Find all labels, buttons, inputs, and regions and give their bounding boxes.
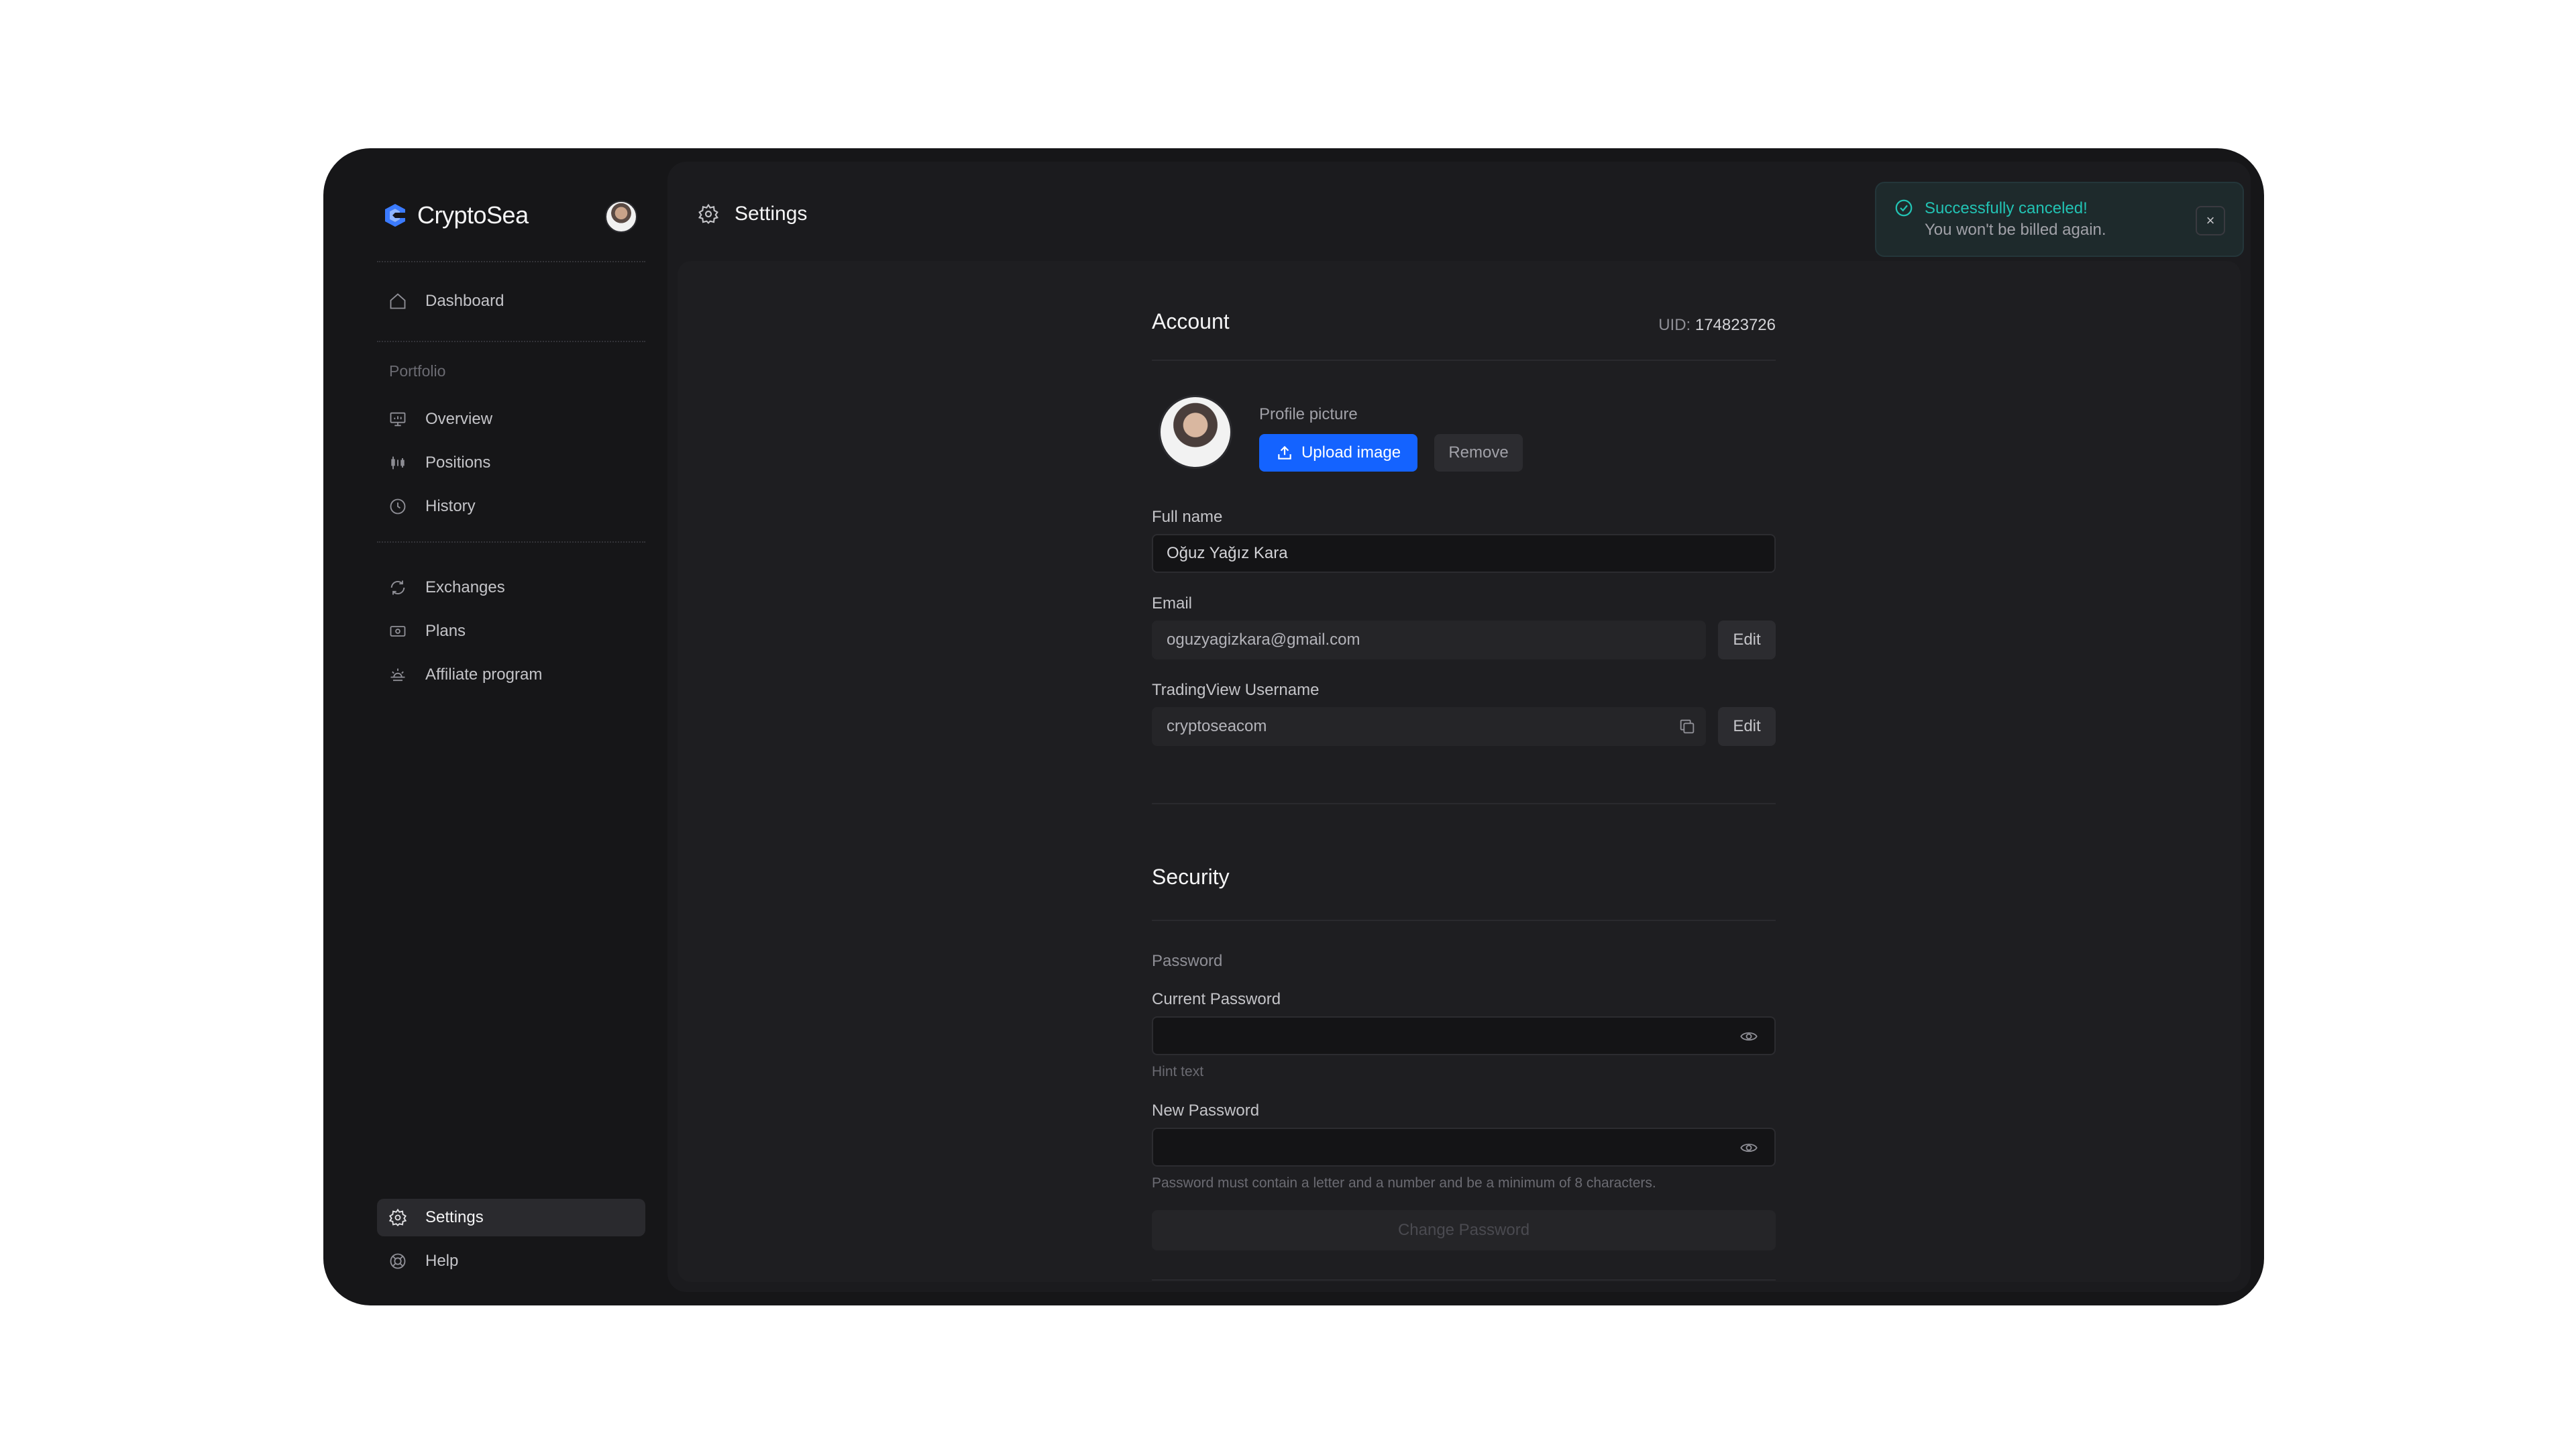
- settings-form: Account UID: 174823726 Profile picture U…: [1152, 261, 1776, 1281]
- settings-content: Account UID: 174823726 Profile picture U…: [678, 261, 2241, 1282]
- main-panel: Settings Account UID: 174823726 Profile …: [667, 162, 2251, 1292]
- toast-message: You won't be billed again.: [1925, 221, 2106, 239]
- divider: [377, 261, 645, 262]
- sidebar-item-settings[interactable]: Settings: [377, 1199, 645, 1236]
- sidebar-item-positions[interactable]: Positions: [377, 444, 645, 482]
- new-password-hint: Password must contain a letter and a num…: [1152, 1175, 1656, 1191]
- refresh-icon: [388, 578, 408, 598]
- sidebar-item-label: Plans: [425, 622, 466, 640]
- edit-tradingview-button[interactable]: Edit: [1718, 707, 1776, 746]
- divider: [1152, 360, 1776, 361]
- sidebar-item-label: Dashboard: [425, 292, 504, 310]
- remove-image-button[interactable]: Remove: [1434, 434, 1523, 472]
- change-password-button[interactable]: Change Password: [1152, 1210, 1776, 1250]
- divider: [377, 541, 645, 543]
- eye-icon[interactable]: [1739, 1138, 1758, 1157]
- sunset-icon: [388, 665, 408, 685]
- password-section-label: Password: [1152, 952, 1223, 970]
- new-password-label: New Password: [1152, 1102, 1260, 1120]
- user-avatar[interactable]: [605, 201, 637, 233]
- sidebar-item-history[interactable]: History: [377, 488, 645, 525]
- portfolio-section-label: Portfolio: [389, 362, 446, 380]
- current-password-hint: Hint text: [1152, 1064, 1204, 1079]
- gear-icon: [698, 203, 719, 225]
- cryptosea-logo-icon: [385, 204, 405, 227]
- upload-image-button[interactable]: Upload image: [1259, 434, 1417, 472]
- upload-image-label: Upload image: [1301, 443, 1401, 462]
- divider: [377, 341, 645, 342]
- candles-icon: [388, 453, 408, 473]
- full-name-input[interactable]: Oğuz Yağız Kara: [1152, 534, 1776, 573]
- gear-icon: [388, 1208, 408, 1228]
- clock-icon: [388, 496, 408, 517]
- copy-icon[interactable]: [1678, 717, 1697, 736]
- sidebar-item-affiliate-program[interactable]: Affiliate program: [377, 656, 645, 694]
- tradingview-username-field: cryptoseacom: [1152, 707, 1706, 746]
- profile-avatar: [1159, 395, 1232, 469]
- email-field: oguzyagizkara@gmail.com: [1152, 621, 1706, 659]
- sidebar-item-exchanges[interactable]: Exchanges: [377, 569, 645, 606]
- sidebar-item-help[interactable]: Help: [377, 1242, 645, 1280]
- sidebar-item-label: Positions: [425, 453, 491, 472]
- presentation-icon: [388, 409, 408, 429]
- profile-picture-label: Profile picture: [1259, 405, 1358, 423]
- toast-title: Successfully canceled!: [1925, 199, 2088, 217]
- security-heading: Security: [1152, 865, 1230, 889]
- sidebar-item-label: Settings: [425, 1208, 484, 1226]
- uid-display: UID: 174823726: [1658, 316, 1776, 335]
- brand: CryptoSea: [350, 175, 645, 269]
- money-icon: [388, 621, 408, 641]
- sidebar-item-label: Overview: [425, 410, 493, 428]
- sidebar-item-plans[interactable]: Plans: [377, 612, 645, 650]
- toast-close-button[interactable]: ×: [2196, 206, 2225, 235]
- home-icon: [388, 291, 408, 311]
- edit-email-button[interactable]: Edit: [1718, 621, 1776, 659]
- current-password-label: Current Password: [1152, 990, 1281, 1008]
- email-label: Email: [1152, 594, 1193, 612]
- sidebar-item-label: Help: [425, 1252, 459, 1270]
- uid-value: 174823726: [1695, 316, 1776, 334]
- divider: [1152, 1279, 1776, 1281]
- sidebar-item-overview[interactable]: Overview: [377, 400, 645, 438]
- divider: [1152, 803, 1776, 804]
- check-circle-icon: [1894, 198, 1914, 218]
- sidebar-item-label: Affiliate program: [425, 665, 543, 684]
- lifebuoy-icon: [388, 1251, 408, 1271]
- sidebar-item-label: Exchanges: [425, 578, 505, 596]
- new-password-input[interactable]: [1152, 1128, 1776, 1167]
- uid-label: UID:: [1658, 316, 1691, 334]
- success-toast: Successfully canceled! You won't be bill…: [1875, 182, 2244, 257]
- eye-icon[interactable]: [1739, 1027, 1758, 1046]
- tradingview-username-label: TradingView Username: [1152, 681, 1320, 699]
- current-password-input[interactable]: [1152, 1016, 1776, 1055]
- sidebar-item-dashboard[interactable]: Dashboard: [377, 282, 645, 320]
- page-title: Settings: [735, 203, 808, 225]
- sidebar-item-label: History: [425, 497, 476, 515]
- app-window: CryptoSea Dashboard Portfolio Overview P…: [323, 148, 2264, 1305]
- upload-icon: [1278, 445, 1291, 460]
- account-heading: Account: [1152, 309, 1230, 333]
- brand-name: CryptoSea: [417, 201, 529, 229]
- full-name-label: Full name: [1152, 508, 1223, 526]
- sidebar: CryptoSea Dashboard Portfolio Overview P…: [350, 175, 645, 1279]
- divider: [1152, 920, 1776, 921]
